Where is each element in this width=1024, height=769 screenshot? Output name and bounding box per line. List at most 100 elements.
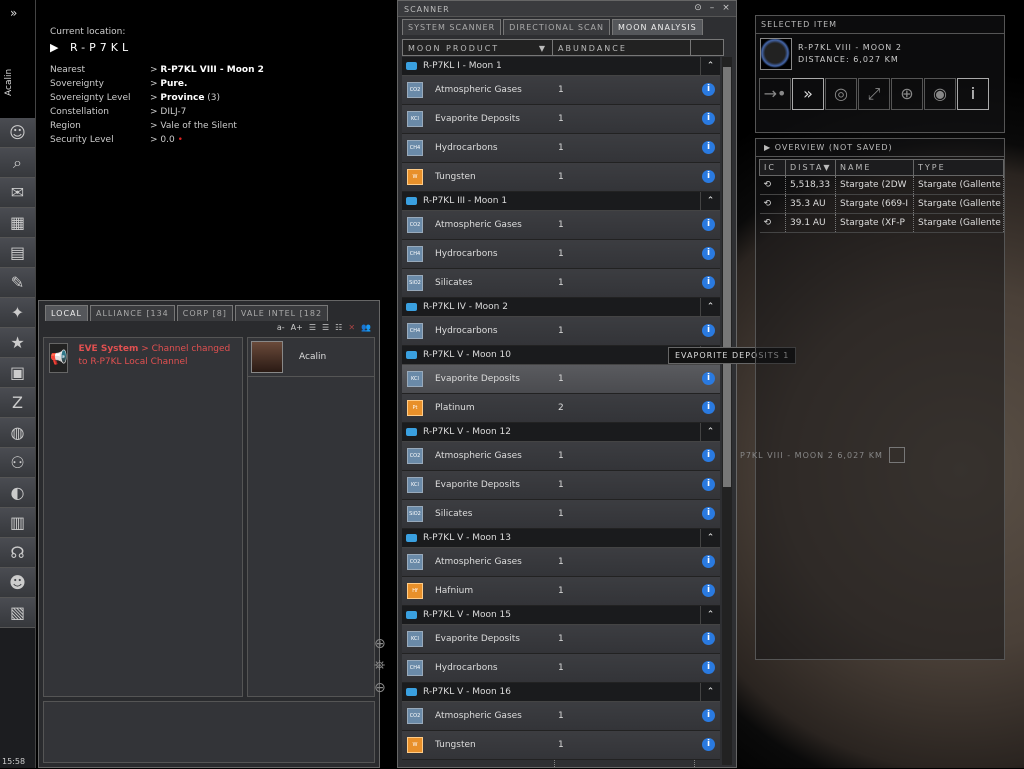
- overview-title[interactable]: ▶ OVERVIEW (NOT SAVED): [756, 139, 1004, 157]
- moon-product-row[interactable]: KCl Evaporite Deposits 1 i: [402, 365, 720, 394]
- overview-row[interactable]: ⟲ 39.1 AU Stargate (XF-P Stargate (Gallente: [759, 213, 1004, 233]
- info-icon[interactable]: i: [702, 449, 715, 462]
- collapse-icon[interactable]: ⌃: [700, 298, 720, 317]
- leave-channel-icon[interactable]: ✕: [348, 323, 355, 332]
- collapse-icon[interactable]: ⌃: [700, 606, 720, 625]
- audio-icon[interactable]: ☊: [0, 538, 35, 568]
- location-value-text[interactable]: R-P7KL VIII - Moon 2: [160, 65, 264, 75]
- column-moon-product[interactable]: MOON PRODUCT ▼: [403, 40, 553, 55]
- camera-icon[interactable]: ⛯: [374, 658, 386, 674]
- info-icon[interactable]: i: [702, 401, 715, 414]
- info-icon[interactable]: i: [702, 709, 715, 722]
- info-icon[interactable]: i: [702, 555, 715, 568]
- look-at-icon[interactable]: ◉: [924, 78, 956, 110]
- compact-view-icon[interactable]: ☷: [335, 323, 342, 332]
- tab-directional-scan[interactable]: DIRECTIONAL SCAN: [503, 19, 610, 35]
- overview-row[interactable]: ⟲ 35.3 AU Stargate (669-I Stargate (Gallent…: [759, 194, 1004, 214]
- chat-input[interactable]: [43, 701, 375, 763]
- info-icon[interactable]: i: [702, 276, 715, 289]
- settings-icon[interactable]: ⊙: [692, 3, 704, 15]
- moon-product-row[interactable]: W Tungsten 1 i: [402, 731, 720, 760]
- lock-target-icon[interactable]: ⊕: [891, 78, 923, 110]
- info-icon[interactable]: i: [702, 141, 715, 154]
- collapse-icon[interactable]: ⌃: [700, 423, 720, 442]
- moon-product-row[interactable]: Pt Platinum 2 i: [402, 394, 720, 423]
- orbit-icon[interactable]: ◎: [825, 78, 857, 110]
- overview-column-header[interactable]: NAME: [835, 159, 914, 176]
- chat-tab[interactable]: LOCAL: [45, 305, 88, 321]
- minimize-button[interactable]: –: [706, 3, 718, 15]
- info-icon[interactable]: i: [702, 584, 715, 597]
- close-button[interactable]: ×: [720, 3, 732, 15]
- info-icon[interactable]: i: [702, 324, 715, 337]
- moon-product-row[interactable]: SiO2 Silicates 1 i: [402, 269, 720, 298]
- map-icon[interactable]: ✦: [0, 298, 35, 328]
- assets-icon[interactable]: ▦: [0, 208, 35, 238]
- location-value-text[interactable]: Pure.: [160, 79, 187, 89]
- info-icon[interactable]: i: [702, 372, 715, 385]
- overview-column-header[interactable]: DISTA▼: [785, 159, 836, 176]
- moon-product-row[interactable]: CO2 Atmospheric Gases 1 i: [402, 211, 720, 240]
- mail-icon[interactable]: ✉: [0, 178, 35, 208]
- keep-at-range-icon[interactable]: ⤢: [858, 78, 890, 110]
- collapse-icon[interactable]: ⌃: [700, 192, 720, 211]
- zoom-out-icon[interactable]: ⊖: [374, 680, 386, 696]
- corporation-icon[interactable]: ★: [0, 328, 35, 358]
- overview-column-header[interactable]: TYPE: [913, 159, 1004, 176]
- overview-row[interactable]: ⟲ 5,518,33 Stargate (2DW Stargate (Gallente: [759, 175, 1004, 195]
- approach-icon[interactable]: →•: [759, 78, 791, 110]
- moon-group-header[interactable]: R-P7KL III - Moon 1 ⌃: [402, 192, 720, 211]
- info-icon[interactable]: i: [702, 661, 715, 674]
- browser-icon[interactable]: ◐: [0, 478, 35, 508]
- info-icon[interactable]: i: [702, 170, 715, 183]
- space-bracket[interactable]: P7KL VIII - MOON 2 6,027 KM: [740, 447, 905, 463]
- character-icon[interactable]: ☻: [0, 568, 35, 598]
- help-icon[interactable]: ◍: [0, 418, 35, 448]
- moon-product-row[interactable]: KCl Evaporite Deposits 1 i: [402, 105, 720, 134]
- warp-to-icon[interactable]: »: [792, 78, 824, 110]
- collapse-icon[interactable]: ⌃: [700, 529, 720, 548]
- info-icon[interactable]: i: [702, 83, 715, 96]
- moon-group-header[interactable]: R-P7KL V - Moon 13 ⌃: [402, 529, 720, 548]
- font-smaller-button[interactable]: a-: [277, 323, 285, 332]
- location-value-text[interactable]: Province: [160, 93, 204, 103]
- moon-group-header[interactable]: R-P7KL V - Moon 15 ⌃: [402, 606, 720, 625]
- science-industry-icon[interactable]: Z: [0, 388, 35, 418]
- members-icon[interactable]: 👥: [361, 323, 371, 332]
- moon-product-row[interactable]: KCl Evaporite Deposits 1 i: [402, 471, 720, 500]
- collapse-icon[interactable]: ⌃: [700, 57, 720, 76]
- calculator-icon[interactable]: ▧: [0, 598, 35, 628]
- moon-product-row[interactable]: CO2 Atmospheric Gases 1 i: [402, 442, 720, 471]
- chat-tab[interactable]: ALLIANCE [134: [89, 305, 175, 321]
- info-icon[interactable]: i: [702, 738, 715, 751]
- member-item[interactable]: Acalin: [248, 338, 374, 377]
- people-places-icon[interactable]: ⌕: [0, 148, 35, 178]
- journal-icon[interactable]: ▥: [0, 508, 35, 538]
- bracket-box[interactable]: [888, 447, 905, 463]
- info-icon[interactable]: i: [702, 112, 715, 125]
- info-icon[interactable]: i: [702, 507, 715, 520]
- scrollbar[interactable]: [722, 57, 732, 765]
- detail-view-icon[interactable]: ☰: [322, 323, 329, 332]
- info-icon[interactable]: i: [702, 218, 715, 231]
- contracts-icon[interactable]: ✎: [0, 268, 35, 298]
- moon-product-row[interactable]: KCl Evaporite Deposits 1 i: [402, 625, 720, 654]
- moon-product-row[interactable]: CH4 Hydrocarbons 1 i: [402, 240, 720, 269]
- moon-product-row[interactable]: Hf Hafnium 1 i: [402, 577, 720, 606]
- moon-product-row[interactable]: CO2 Atmospheric Gases 1 i: [402, 548, 720, 577]
- list-view-icon[interactable]: ☰: [309, 323, 316, 332]
- moon-group-header[interactable]: R-P7KL IV - Moon 2 ⌃: [402, 298, 720, 317]
- wallet-icon[interactable]: ▣: [0, 358, 35, 388]
- tab-system-scanner[interactable]: SYSTEM SCANNER: [402, 19, 502, 35]
- moon-product-row[interactable]: CO2 Atmospheric Gases 1 i: [402, 76, 720, 105]
- expand-neocom-icon[interactable]: »: [10, 6, 17, 20]
- chat-tab[interactable]: CORP [8]: [176, 305, 233, 321]
- moon-product-row[interactable]: CH4 Hydrocarbons 1 i: [402, 317, 720, 346]
- zoom-in-icon[interactable]: ⊕: [374, 636, 386, 652]
- overview-column-header[interactable]: IC: [759, 159, 786, 176]
- character-sheet-icon[interactable]: ☺: [0, 118, 35, 148]
- fleet-icon[interactable]: ⚇: [0, 448, 35, 478]
- font-larger-button[interactable]: A+: [291, 323, 303, 332]
- collapse-icon[interactable]: ⌃: [700, 683, 720, 702]
- chat-tab[interactable]: VALE INTEL [182: [234, 305, 329, 321]
